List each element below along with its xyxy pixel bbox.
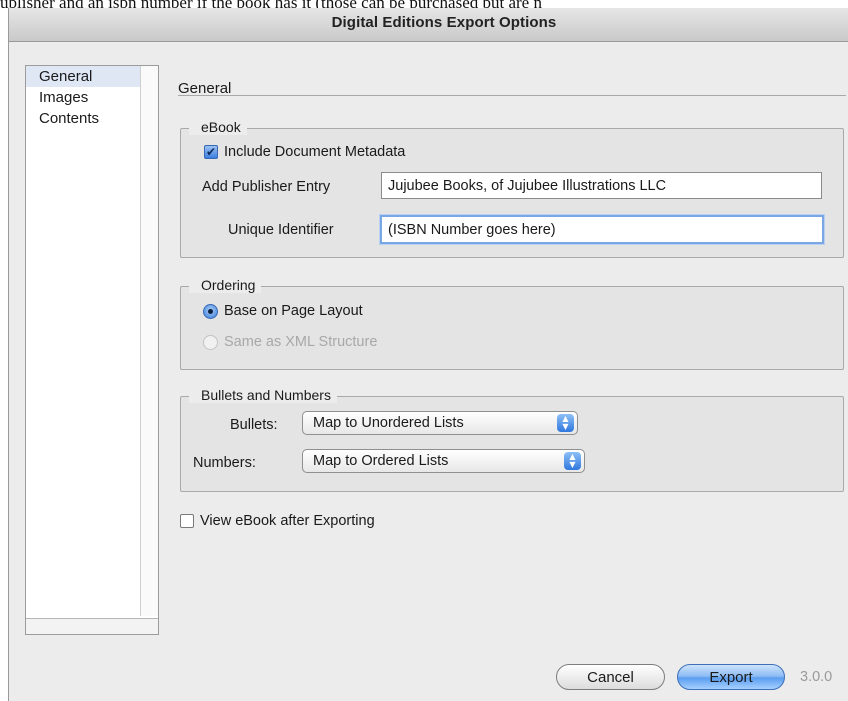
bullets-numbers-group-legend: Bullets and Numbers	[189, 387, 337, 403]
export-button-label: Export	[709, 668, 753, 686]
category-list: General Images Contents	[25, 65, 159, 635]
bullets-popup[interactable]: Map to Unordered Lists ▲ ▼	[302, 411, 578, 435]
view-after-export-checkbox-row[interactable]: View eBook after Exporting	[180, 513, 375, 529]
title-bar: Digital Editions Export Options	[9, 8, 848, 42]
version-text: 3.0.0	[800, 669, 833, 685]
numbers-popup-value: Map to Ordered Lists	[313, 453, 449, 469]
view-after-export-checkbox[interactable]	[180, 514, 194, 528]
cancel-button[interactable]: Cancel	[556, 664, 665, 690]
xml-structure-radio	[203, 334, 218, 350]
window-title: Digital Editions Export Options	[331, 14, 557, 31]
numbers-label: Numbers:	[193, 455, 256, 471]
cancel-button-label: Cancel	[587, 668, 634, 686]
unique-identifier-field[interactable]	[380, 215, 824, 244]
publisher-entry-field[interactable]	[381, 172, 822, 199]
include-metadata-label: Include Document Metadata	[224, 144, 406, 160]
sidebar-item-images[interactable]: Images	[26, 87, 158, 108]
bullets-label: Bullets:	[230, 417, 278, 433]
ordering-option-page-layout[interactable]: Base on Page Layout	[203, 303, 363, 319]
include-metadata-checkbox-row[interactable]: Include Document Metadata	[204, 144, 405, 160]
ordering-group: Ordering	[180, 277, 844, 370]
sidebar-item-general[interactable]: General	[26, 66, 158, 87]
horizontal-scrollbar[interactable]	[26, 618, 158, 634]
view-after-export-label: View eBook after Exporting	[200, 513, 375, 529]
page-layout-label: Base on Page Layout	[224, 303, 363, 319]
export-button[interactable]: Export	[677, 664, 785, 690]
section-divider	[178, 95, 846, 96]
popup-arrows-icon: ▲ ▼	[564, 452, 581, 470]
numbers-popup[interactable]: Map to Ordered Lists ▲ ▼	[302, 449, 585, 473]
ordering-option-xml-structure: Same as XML Structure	[203, 334, 377, 350]
xml-structure-label: Same as XML Structure	[224, 334, 378, 350]
vertical-scrollbar[interactable]	[140, 66, 158, 616]
sidebar-item-contents[interactable]: Contents	[26, 108, 158, 129]
page-layout-radio[interactable]	[203, 303, 218, 319]
include-metadata-checkbox[interactable]	[204, 145, 218, 159]
ebook-group-legend: eBook	[189, 119, 247, 135]
bullets-popup-value: Map to Unordered Lists	[313, 415, 464, 431]
ordering-group-legend: Ordering	[189, 277, 262, 293]
publisher-entry-label: Add Publisher Entry	[202, 179, 331, 195]
unique-identifier-label: Unique Identifier	[228, 222, 334, 238]
popup-arrows-icon: ▲ ▼	[557, 414, 574, 432]
